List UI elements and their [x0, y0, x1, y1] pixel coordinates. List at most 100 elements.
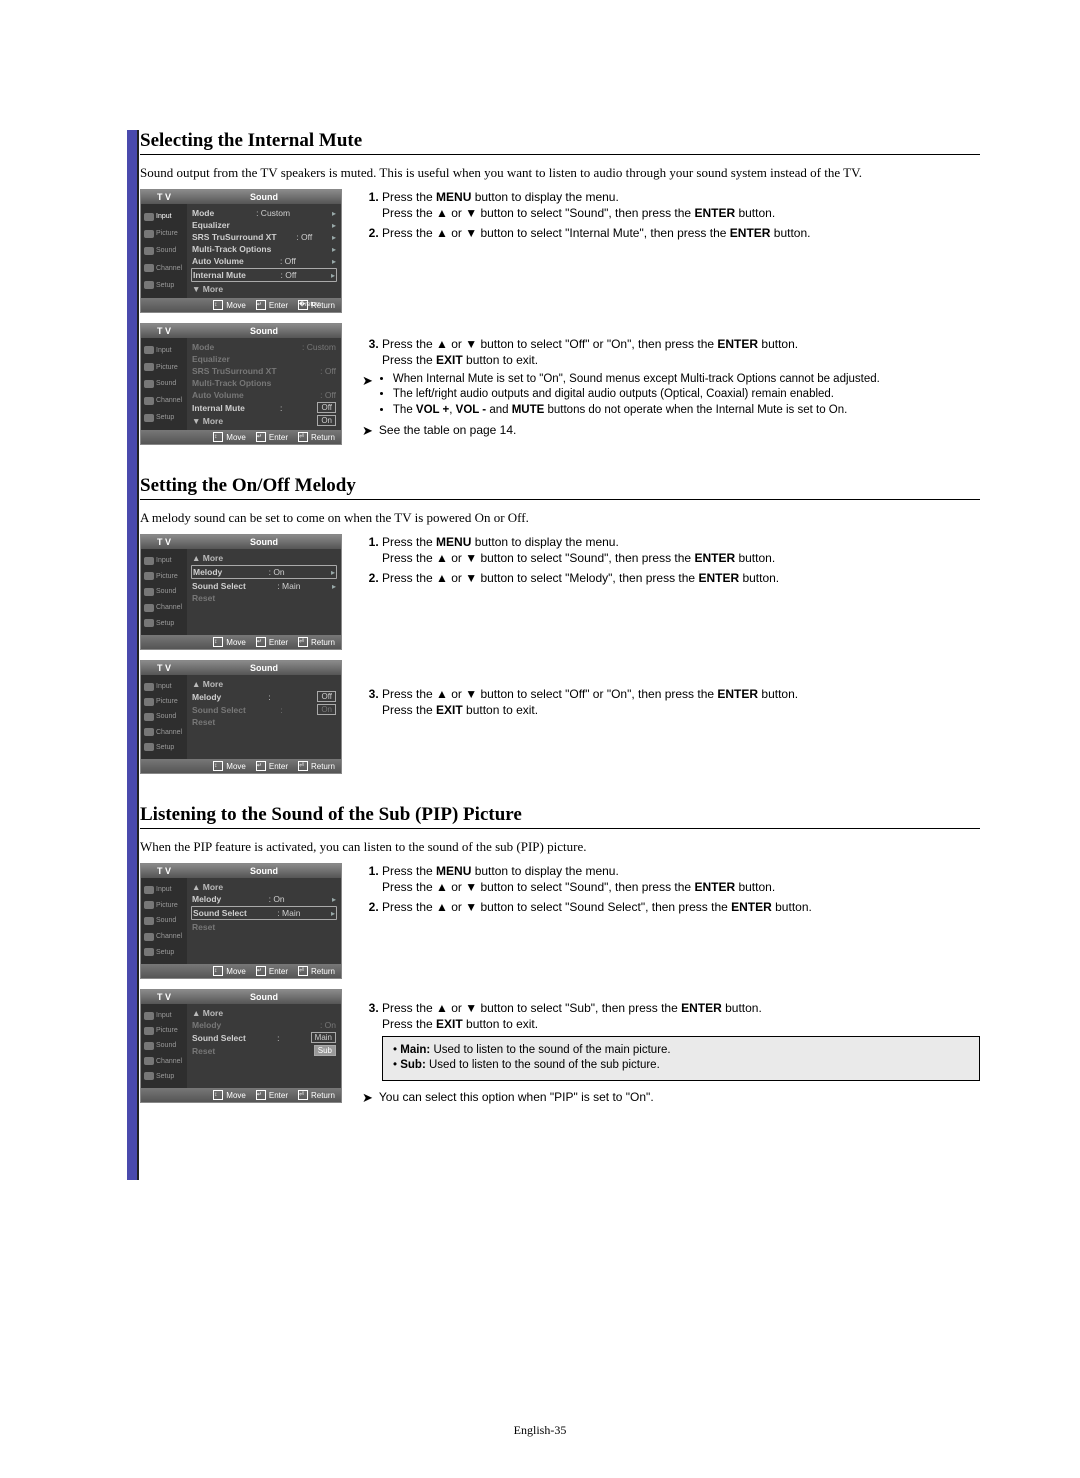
setup-icon	[144, 281, 154, 289]
section3-steps-b: Press the ▲ or ▼ button to select "Sub",…	[382, 1000, 980, 1032]
option-off: Off	[317, 402, 336, 413]
move-icon: ↕	[213, 432, 223, 442]
input-icon	[144, 886, 154, 894]
setup-icon	[144, 743, 154, 751]
osd-screenshot: T VSound Input Picture Sound Channel Set…	[140, 863, 342, 979]
setup-icon	[144, 414, 154, 422]
section1-note2: ➤ See the table on page 14.	[362, 422, 980, 440]
picture-icon	[144, 572, 154, 580]
note-arrow-icon: ➤	[362, 422, 373, 440]
enter-icon: ↵	[256, 432, 266, 442]
return-icon: ⏎	[298, 966, 308, 976]
row-eq: Equalizer	[192, 220, 230, 230]
page-number: English-35	[0, 1423, 1080, 1438]
nav-channel: Channel	[141, 261, 187, 275]
move-icon: ↕	[213, 1090, 223, 1100]
return-icon: �return	[298, 300, 308, 310]
chevron-right-icon: ▸	[332, 233, 336, 242]
nav-setup: Setup	[141, 278, 187, 292]
nav-sound: Sound	[141, 244, 187, 258]
picture-icon	[144, 230, 154, 238]
channel-icon	[144, 604, 154, 612]
chevron-right-icon: ▸	[332, 209, 336, 218]
return-icon: ⏎	[298, 1090, 308, 1100]
enter-icon: ↵	[256, 1090, 266, 1100]
section1-heading: Selecting the Internal Mute	[140, 130, 980, 155]
row-srs: SRS TruSurround XT	[192, 232, 277, 242]
enter-icon: ↵	[256, 637, 266, 647]
move-icon: ↕	[213, 966, 223, 976]
section2-heading: Setting the On/Off Melody	[140, 475, 980, 500]
section1-content: T VSound Input Picture Sound Channel Set…	[140, 189, 980, 445]
chevron-right-icon: ▸	[331, 568, 335, 577]
sound-icon	[144, 713, 154, 721]
section2-steps-b: Press the ▲ or ▼ button to select "Off" …	[382, 686, 980, 718]
chevron-right-icon: ▸	[332, 245, 336, 254]
nav-picture: Picture	[141, 227, 187, 241]
osd-title: Sound	[187, 190, 341, 204]
row-av: Auto Volume	[192, 256, 244, 266]
section3-infobox: • Main: Used to listen to the sound of t…	[382, 1036, 980, 1081]
setup-icon	[144, 619, 154, 627]
input-icon	[144, 557, 154, 565]
move-icon: ↕	[213, 637, 223, 647]
section1-intro: Sound output from the TV speakers is mut…	[140, 165, 980, 181]
chevron-right-icon: ▸	[332, 257, 336, 266]
picture-icon	[144, 698, 154, 706]
channel-icon	[144, 264, 154, 272]
enter-icon: ↵	[256, 761, 266, 771]
channel-icon	[144, 397, 154, 405]
return-icon: ⏎	[298, 637, 308, 647]
vertical-accent-bar	[127, 130, 139, 1180]
channel-icon	[144, 933, 154, 941]
manual-page: Selecting the Internal Mute Sound output…	[0, 0, 1080, 1478]
section1-steps-b: Press the ▲ or ▼ button to select "Off" …	[382, 336, 980, 368]
sound-icon	[144, 380, 154, 388]
row-mode: Mode	[192, 208, 214, 218]
osd-list: Mode: Custom▸ Equalizer▸ SRS TruSurround…	[187, 204, 341, 298]
input-icon	[144, 1012, 154, 1020]
osd-screenshot: T VSound Input Picture Sound Channel Set…	[140, 534, 342, 650]
setup-icon	[144, 1072, 154, 1080]
channel-icon	[144, 728, 154, 736]
move-icon: ↕	[213, 300, 223, 310]
osd-footer: ↕Move ↵Enter �returnReturn	[141, 298, 341, 312]
step-1: Press the MENU button to display the men…	[382, 189, 980, 221]
input-icon	[144, 683, 154, 691]
option-on: On	[317, 415, 336, 426]
sound-icon	[144, 1042, 154, 1050]
input-icon	[144, 346, 154, 354]
section3-heading: Listening to the Sound of the Sub (PIP) …	[140, 804, 980, 829]
section2-steps-a: Press the MENU button to display the men…	[382, 534, 980, 587]
picture-icon	[144, 363, 154, 371]
nav-input: Input	[141, 210, 187, 224]
chevron-right-icon: ▸	[332, 221, 336, 230]
input-icon	[144, 213, 154, 221]
enter-icon: ↵	[256, 300, 266, 310]
picture-icon	[144, 1027, 154, 1035]
setup-icon	[144, 948, 154, 956]
section3-steps-a: Press the MENU button to display the men…	[382, 863, 980, 916]
osd-screenshot: T VSound Input Picture Sound Channel Set…	[140, 323, 342, 445]
osd-nav: Input Picture Sound Channel Setup	[141, 204, 187, 298]
section3-intro: When the PIP feature is activated, you c…	[140, 839, 980, 855]
section1-steps-a: Press the MENU button to display the men…	[382, 189, 980, 242]
step-3: Press the ▲ or ▼ button to select "Off" …	[382, 336, 980, 368]
picture-icon	[144, 901, 154, 909]
sound-icon	[144, 247, 154, 255]
row-more: ▼ More	[192, 284, 223, 294]
row-internal-mute: Internal Mute	[193, 270, 246, 280]
section3-note: ➤ You can select this option when "PIP" …	[362, 1089, 980, 1107]
row-mto: Multi-Track Options	[192, 244, 271, 254]
osd-tv-label: T V	[141, 190, 187, 204]
chevron-right-icon: ▸	[332, 895, 336, 904]
section1-note1: ➤ When Internal Mute is set to "On", Sou…	[362, 372, 980, 419]
chevron-right-icon: ▸	[332, 582, 336, 591]
chevron-right-icon: ▸	[331, 909, 335, 918]
enter-icon: ↵	[256, 966, 266, 976]
chevron-right-icon: ▸	[331, 271, 335, 280]
osd-screenshot: T VSound Input Picture Sound Channel Set…	[140, 189, 342, 313]
return-icon: ⏎	[298, 432, 308, 442]
section2-intro: A melody sound can be set to come on whe…	[140, 510, 980, 526]
move-icon: ↕	[213, 761, 223, 771]
